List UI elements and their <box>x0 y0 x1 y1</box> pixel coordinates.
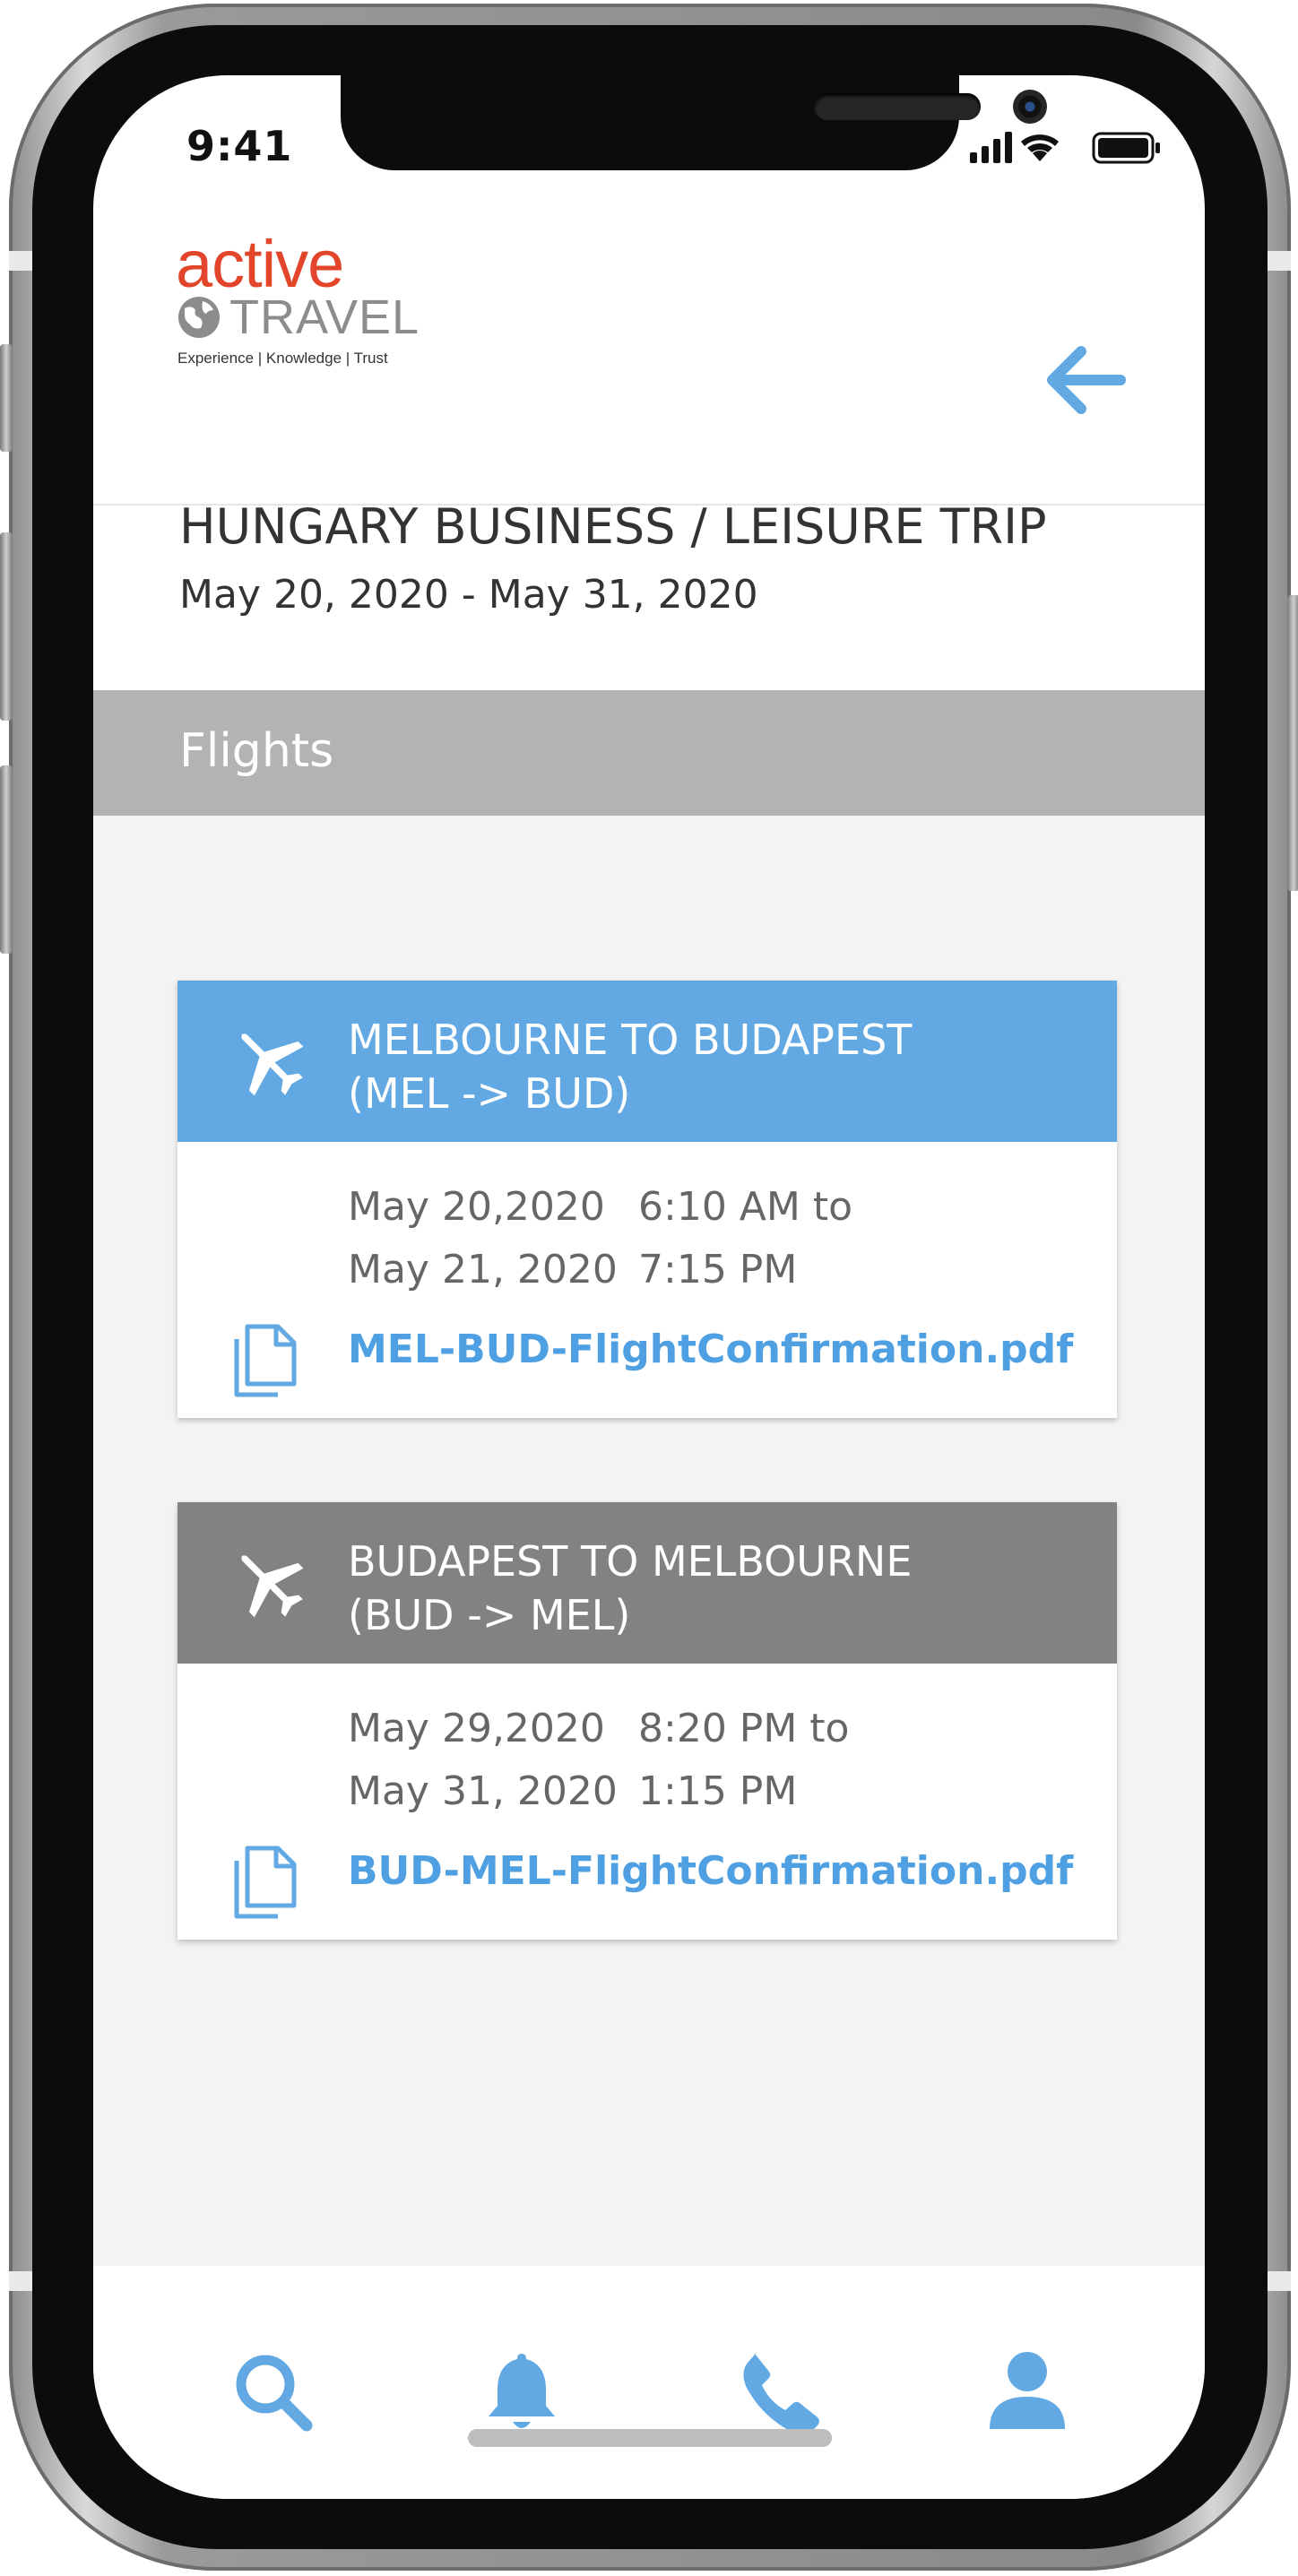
volume-down-button <box>0 765 13 954</box>
flight-times: May 29,2020 8:20 PM to May 31, 2020 1:15… <box>348 1698 849 1823</box>
arrive-date: May 31, 2020 <box>348 1768 618 1814</box>
route-cities: BUDAPEST TO MELBOURNE <box>348 1537 913 1586</box>
bottom-tab-bar <box>93 2266 1205 2499</box>
flight-card-header: BUDAPEST TO MELBOURNE (BUD -> MEL) <box>177 1502 1117 1664</box>
battery-icon <box>1092 132 1160 164</box>
front-camera <box>1013 90 1047 124</box>
notch <box>341 75 1047 170</box>
arrive-time: 7:15 PM <box>638 1247 798 1292</box>
flight-route: BUDAPEST TO MELBOURNE (BUD -> MEL) <box>348 1534 912 1642</box>
flight-confirmation-link[interactable]: MEL-BUD-FlightConfirmation.pdf <box>348 1327 1073 1372</box>
depart-time: 6:10 AM to <box>638 1184 853 1230</box>
trip-dates: May 20, 2020 - May 31, 2020 <box>179 572 758 618</box>
phone-icon[interactable] <box>735 2347 825 2436</box>
mute-switch <box>0 344 13 452</box>
globe-icon <box>178 297 220 338</box>
route-cities: MELBOURNE TO BUDAPEST <box>348 1016 913 1064</box>
route-codes: (MEL -> BUD) <box>348 1069 631 1118</box>
flight-card[interactable]: MELBOURNE TO BUDAPEST (MEL -> BUD) May 2… <box>177 981 1117 1418</box>
section-header-flights: Flights <box>93 690 1205 816</box>
home-indicator[interactable] <box>468 2429 832 2447</box>
depart-date: May 20,2020 <box>348 1184 605 1230</box>
flight-confirmation-link[interactable]: BUD-MEL-FlightConfirmation.pdf <box>348 1848 1073 1894</box>
document-copy-icon <box>234 1846 297 1919</box>
airplane-icon <box>241 1555 304 1618</box>
flight-route: MELBOURNE TO BUDAPEST (MEL -> BUD) <box>348 1013 912 1120</box>
antenna-band <box>1264 251 1291 271</box>
section-label: Flights <box>179 724 334 778</box>
status-icons <box>970 132 1160 164</box>
active-travel-logo[interactable]: active TRAVEL Experience | Knowledge | T… <box>176 226 419 378</box>
flight-card[interactable]: BUDAPEST TO MELBOURNE (BUD -> MEL) May 2… <box>177 1502 1117 1940</box>
signal-icon <box>970 132 1012 163</box>
power-button <box>1287 595 1298 891</box>
app-header: active TRAVEL Experience | Knowledge | T… <box>93 226 1205 506</box>
user-icon[interactable] <box>982 2347 1072 2436</box>
depart-time: 8:20 PM to <box>638 1706 850 1751</box>
depart-date: May 29,2020 <box>348 1706 605 1751</box>
status-time: 9:41 <box>186 122 293 170</box>
arrow-left-icon[interactable] <box>1045 344 1126 416</box>
route-codes: (BUD -> MEL) <box>348 1591 631 1639</box>
logo-tagline: Experience | Knowledge | Trust <box>177 350 388 367</box>
volume-up-button <box>0 532 13 721</box>
trip-title: HUNGARY BUSINESS / LEISURE TRIP <box>179 498 1047 555</box>
search-icon[interactable] <box>228 2347 317 2436</box>
arrive-time: 1:15 PM <box>638 1768 798 1814</box>
document-copy-icon <box>234 1324 297 1397</box>
bell-icon[interactable] <box>477 2347 567 2436</box>
arrive-date: May 21, 2020 <box>348 1247 618 1292</box>
antenna-band <box>1264 2271 1291 2291</box>
speaker-grille <box>814 93 981 120</box>
logo-travel-text: TRAVEL <box>229 290 420 344</box>
app-screen: 9:41 active TRAVEL Experience | Knowledg… <box>93 75 1205 2499</box>
airplane-icon <box>241 1033 304 1096</box>
wifi-icon <box>1021 134 1059 161</box>
flights-list: MELBOURNE TO BUDAPEST (MEL -> BUD) May 2… <box>93 816 1205 2266</box>
flight-card-header: MELBOURNE TO BUDAPEST (MEL -> BUD) <box>177 981 1117 1142</box>
flight-times: May 20,2020 6:10 AM to May 21, 2020 7:15… <box>348 1176 852 1301</box>
